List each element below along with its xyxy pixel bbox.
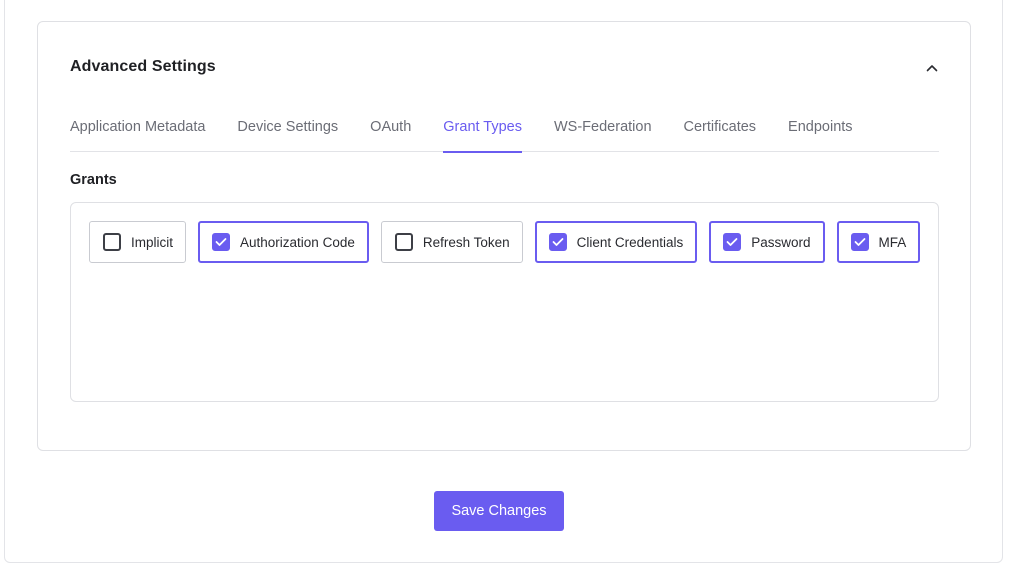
chevron-up-icon xyxy=(926,59,938,77)
settings-tabs: Application Metadata Device Settings OAu… xyxy=(70,108,939,153)
tab-grant-types[interactable]: Grant Types xyxy=(443,108,522,153)
grant-label: Refresh Token xyxy=(422,234,510,250)
checkbox[interactable] xyxy=(850,233,869,251)
checkmark-icon xyxy=(552,238,564,246)
tab-application-metadata[interactable]: Application Metadata xyxy=(70,108,205,152)
grant-list: Implicit Authorization Code Refresh Toke… xyxy=(89,221,929,263)
grant-label: Client Credentials xyxy=(576,234,684,250)
grants-panel: Implicit Authorization Code Refresh Toke… xyxy=(70,202,939,402)
save-changes-button[interactable]: Save Changes xyxy=(434,491,564,531)
tab-oauth[interactable]: OAuth xyxy=(370,108,411,152)
grant-label: Implicit xyxy=(131,234,174,250)
grant-label: MFA xyxy=(878,234,907,250)
grant-client-credentials[interactable]: Client Credentials xyxy=(534,221,698,263)
card-title: Advanced Settings xyxy=(70,58,216,75)
grant-implicit[interactable]: Implicit xyxy=(89,221,187,263)
grant-label: Authorization Code xyxy=(240,234,355,250)
advanced-settings-card: Advanced Settings Application Metadata D… xyxy=(37,21,971,451)
checkbox[interactable] xyxy=(212,233,231,251)
checkmark-icon xyxy=(215,238,227,246)
tab-device-settings[interactable]: Device Settings xyxy=(237,108,338,152)
grants-heading: Grants xyxy=(70,172,117,188)
grant-password[interactable]: Password xyxy=(709,221,825,263)
checkbox[interactable] xyxy=(723,233,742,251)
checkmark-icon xyxy=(726,238,738,246)
checkmark-icon xyxy=(854,238,865,246)
grant-label: Password xyxy=(751,234,811,250)
collapse-button[interactable] xyxy=(920,56,944,80)
tab-ws-federation[interactable]: WS-Federation xyxy=(554,108,652,152)
checkbox[interactable] xyxy=(394,233,413,251)
grant-refresh-token[interactable]: Refresh Token xyxy=(380,221,523,263)
grant-authorization-code[interactable]: Authorization Code xyxy=(198,221,369,263)
grant-mfa[interactable]: MFA xyxy=(836,221,921,263)
tab-certificates[interactable]: Certificates xyxy=(684,108,757,152)
tab-endpoints[interactable]: Endpoints xyxy=(788,108,853,152)
checkbox[interactable] xyxy=(548,233,567,251)
checkbox[interactable] xyxy=(103,233,121,251)
